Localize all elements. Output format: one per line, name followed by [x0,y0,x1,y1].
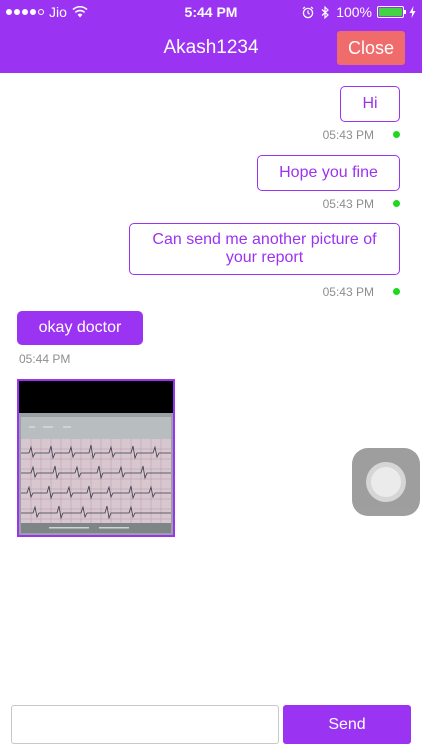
send-button[interactable]: Send [283,705,411,744]
assistive-touch-center-icon [371,467,401,497]
chat-header: Jio 5:44 PM 100% Akash1234 Close [0,0,422,73]
message-timestamp: 05:43 PM [322,197,374,211]
chat-screen: Jio 5:44 PM 100% Akash1234 Close Hi 05:4… [0,0,422,750]
incoming-message[interactable]: okay doctor [17,311,143,345]
message-timestamp: 05:44 PM [19,352,71,366]
outgoing-message[interactable]: Hope you fine [257,155,400,191]
status-right: 100% [302,4,416,20]
ecg-report-photo [19,381,173,535]
sent-indicator-icon [393,200,400,207]
battery-level-fill [379,8,402,16]
sent-indicator-icon [393,131,400,138]
sent-indicator-icon [393,288,400,295]
status-bar: Jio 5:44 PM 100% [0,0,422,24]
message-timestamp: 05:43 PM [322,285,374,299]
close-button[interactable]: Close [337,31,405,65]
message-timestamp: 05:43 PM [322,128,374,142]
bluetooth-icon [321,5,330,19]
alarm-icon [302,6,314,18]
battery-icon [377,6,406,18]
image-attachment[interactable] [17,379,175,537]
battery-percentage: 100% [336,4,372,20]
outgoing-message[interactable]: Can send me another picture of your repo… [129,223,400,275]
charging-icon [409,6,416,18]
assistive-touch-button[interactable] [352,448,420,516]
message-input[interactable] [11,705,279,744]
outgoing-message[interactable]: Hi [340,86,400,122]
